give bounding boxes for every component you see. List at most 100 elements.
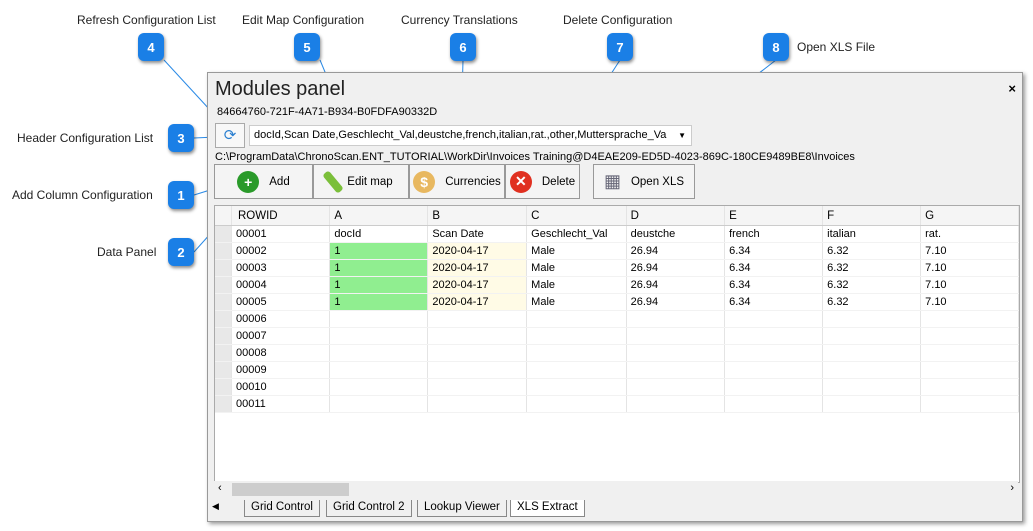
table-cell[interactable]: 7.10 bbox=[920, 276, 1019, 294]
row-id-cell[interactable]: 00010 bbox=[231, 378, 331, 396]
table-cell[interactable] bbox=[626, 361, 726, 379]
table-cell[interactable]: 6.32 bbox=[822, 276, 922, 294]
edit-map-button[interactable]: Edit map bbox=[313, 164, 409, 199]
table-row[interactable]: 00007 bbox=[215, 327, 1019, 345]
scrollbar-thumb[interactable] bbox=[232, 483, 349, 496]
row-selector[interactable] bbox=[215, 276, 232, 294]
table-cell[interactable]: deustche bbox=[626, 225, 726, 243]
table-cell[interactable] bbox=[920, 361, 1019, 379]
refresh-config-button[interactable]: ⟳ bbox=[215, 123, 245, 148]
table-cell[interactable] bbox=[329, 344, 429, 362]
table-cell[interactable] bbox=[427, 310, 528, 328]
tab-scroll-left-icon[interactable]: ◀ bbox=[212, 501, 219, 512]
row-selector[interactable] bbox=[215, 293, 232, 311]
table-cell[interactable] bbox=[329, 378, 429, 396]
table-cell[interactable] bbox=[822, 327, 922, 345]
column-header[interactable]: F bbox=[822, 206, 922, 226]
table-cell[interactable] bbox=[724, 395, 824, 413]
currencies-button[interactable]: $ Currencies bbox=[409, 164, 505, 199]
table-cell[interactable] bbox=[920, 344, 1019, 362]
table-cell[interactable]: 1 bbox=[329, 276, 429, 294]
table-cell[interactable]: 1 bbox=[329, 293, 429, 311]
close-button[interactable]: × bbox=[1008, 81, 1016, 96]
table-cell[interactable]: 6.34 bbox=[724, 242, 824, 260]
row-selector[interactable] bbox=[215, 378, 232, 396]
table-row[interactable]: 00004 1 2020-04-17 Male 26.94 6.34 6.32 7.10 bbox=[215, 276, 1019, 294]
table-cell[interactable]: italian bbox=[822, 225, 922, 243]
row-id-cell[interactable]: 00004 bbox=[231, 276, 331, 294]
table-cell[interactable]: 26.94 bbox=[626, 276, 726, 294]
table-cell[interactable]: Scan Date bbox=[427, 225, 528, 243]
table-row[interactable]: 00010 bbox=[215, 378, 1019, 396]
row-selector[interactable] bbox=[215, 225, 232, 243]
header-config-combo[interactable]: docId,Scan Date,Geschlecht_Val,deustche,… bbox=[249, 125, 692, 146]
table-cell[interactable] bbox=[427, 378, 528, 396]
table-cell[interactable]: french bbox=[724, 225, 824, 243]
table-cell[interactable]: 2020-04-17 bbox=[427, 259, 528, 277]
data-panel-grid[interactable]: ROWID A B C D E F G 00001 docId Scan Date Geschlec… bbox=[214, 205, 1020, 483]
row-selector[interactable] bbox=[215, 395, 232, 413]
scroll-right-icon[interactable]: › bbox=[1010, 482, 1014, 494]
table-cell[interactable] bbox=[427, 395, 528, 413]
table-cell[interactable] bbox=[526, 378, 627, 396]
tab-grid-control-2[interactable]: Grid Control 2 bbox=[326, 500, 412, 517]
table-cell[interactable] bbox=[526, 395, 627, 413]
row-selector[interactable] bbox=[215, 344, 232, 362]
row-id-cell[interactable]: 00001 bbox=[231, 225, 331, 243]
table-cell[interactable] bbox=[526, 310, 627, 328]
column-header[interactable]: ROWID bbox=[231, 206, 331, 226]
table-cell[interactable]: rat. bbox=[920, 225, 1019, 243]
column-header[interactable]: G bbox=[920, 206, 1019, 226]
tab-xls-extract[interactable]: XLS Extract bbox=[510, 500, 585, 517]
table-cell[interactable] bbox=[724, 344, 824, 362]
table-cell[interactable] bbox=[626, 395, 726, 413]
add-button[interactable]: + Add bbox=[214, 164, 313, 199]
table-cell[interactable] bbox=[920, 395, 1019, 413]
table-cell[interactable]: 26.94 bbox=[626, 242, 726, 260]
open-xls-button[interactable]: ▦ Open XLS bbox=[593, 164, 695, 199]
delete-button[interactable]: ✕ Delete bbox=[505, 164, 580, 199]
table-cell[interactable]: 1 bbox=[329, 242, 429, 260]
table-cell[interactable] bbox=[724, 327, 824, 345]
table-cell[interactable] bbox=[427, 327, 528, 345]
table-cell[interactable] bbox=[427, 344, 528, 362]
scroll-left-icon[interactable]: ‹ bbox=[218, 482, 222, 494]
table-cell[interactable]: Male bbox=[526, 242, 627, 260]
row-id-cell[interactable]: 00011 bbox=[231, 395, 331, 413]
table-cell[interactable]: 6.34 bbox=[724, 293, 824, 311]
row-id-cell[interactable]: 00008 bbox=[231, 344, 331, 362]
table-cell[interactable]: 7.10 bbox=[920, 259, 1019, 277]
table-cell[interactable]: 2020-04-17 bbox=[427, 276, 528, 294]
row-id-cell[interactable]: 00006 bbox=[231, 310, 331, 328]
table-cell[interactable]: 6.32 bbox=[822, 259, 922, 277]
table-cell[interactable] bbox=[920, 378, 1019, 396]
table-cell[interactable]: 26.94 bbox=[626, 293, 726, 311]
table-cell[interactable] bbox=[724, 378, 824, 396]
table-cell[interactable] bbox=[427, 361, 528, 379]
table-cell[interactable] bbox=[526, 327, 627, 345]
table-row[interactable]: 00001 docId Scan Date Geschlecht_Val deustch… bbox=[215, 225, 1019, 243]
table-cell[interactable] bbox=[822, 378, 922, 396]
row-id-cell[interactable]: 00007 bbox=[231, 327, 331, 345]
table-row[interactable]: 00011 bbox=[215, 395, 1019, 413]
table-cell[interactable]: 2020-04-17 bbox=[427, 293, 528, 311]
column-header[interactable]: B bbox=[427, 206, 528, 226]
table-cell[interactable]: Male bbox=[526, 276, 627, 294]
table-cell[interactable]: Geschlecht_Val bbox=[526, 225, 627, 243]
column-header[interactable]: C bbox=[526, 206, 627, 226]
table-cell[interactable]: 6.34 bbox=[724, 276, 824, 294]
table-cell[interactable] bbox=[626, 344, 726, 362]
table-cell[interactable] bbox=[526, 361, 627, 379]
table-cell[interactable] bbox=[822, 395, 922, 413]
table-cell[interactable] bbox=[724, 361, 824, 379]
table-cell[interactable] bbox=[329, 361, 429, 379]
table-cell[interactable] bbox=[329, 395, 429, 413]
table-cell[interactable]: Male bbox=[526, 293, 627, 311]
row-selector[interactable] bbox=[215, 242, 232, 260]
table-cell[interactable] bbox=[626, 310, 726, 328]
table-row[interactable]: 00009 bbox=[215, 361, 1019, 379]
table-cell[interactable] bbox=[920, 310, 1019, 328]
table-row[interactable]: 00006 bbox=[215, 310, 1019, 328]
table-cell[interactable]: 2020-04-17 bbox=[427, 242, 528, 260]
horizontal-scrollbar[interactable]: ‹ › bbox=[214, 481, 1018, 498]
